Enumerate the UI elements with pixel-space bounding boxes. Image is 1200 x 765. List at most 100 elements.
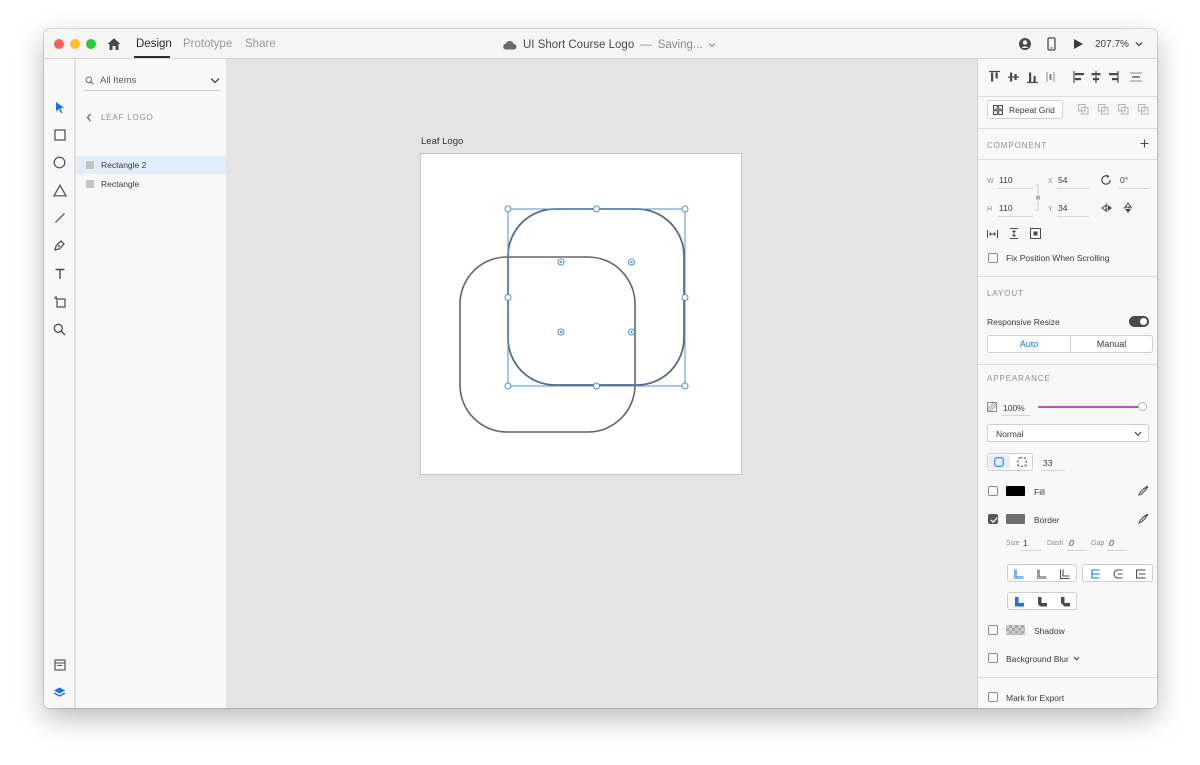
align-bottom-icon[interactable] xyxy=(1027,72,1038,84)
corner-radius-field[interactable]: 33 xyxy=(1043,458,1052,468)
section-divider xyxy=(978,677,1157,678)
border-dash-key: Dash xyxy=(1047,540,1064,547)
line-tool-icon[interactable] xyxy=(52,210,67,225)
zoom-window-button[interactable] xyxy=(86,39,96,49)
distribute-vertical-icon[interactable] xyxy=(1046,72,1055,82)
select-arrow-icon[interactable] xyxy=(52,100,67,115)
rectangle-shape[interactable] xyxy=(459,256,636,433)
y-field[interactable]: 34 xyxy=(1058,203,1067,213)
stroke-inner-icon[interactable] xyxy=(1014,569,1024,579)
document-title[interactable]: UI Short Course Logo — Saving... xyxy=(502,37,716,53)
pin-edges-icon[interactable] xyxy=(1030,228,1041,239)
boolean-intersect-icon[interactable] xyxy=(1118,104,1129,115)
resize-handles[interactable] xyxy=(504,205,689,390)
auto-button[interactable]: Auto xyxy=(987,335,1070,353)
x-field[interactable]: 54 xyxy=(1058,175,1067,185)
rotate-icon xyxy=(1101,174,1111,185)
mark-for-export-checkbox[interactable] xyxy=(988,692,998,702)
align-right-icon[interactable] xyxy=(1109,71,1119,83)
fill-color-swatch[interactable] xyxy=(1006,486,1025,496)
text-tool-icon[interactable] xyxy=(52,266,67,281)
cap-square-icon[interactable] xyxy=(1136,569,1146,579)
chevron-down-icon[interactable] xyxy=(1073,656,1080,661)
align-middle-icon[interactable] xyxy=(1008,72,1019,82)
layer-item-rectangle[interactable]: Rectangle xyxy=(76,175,226,193)
cap-butt-icon[interactable] xyxy=(1090,569,1100,579)
rectangle-2-shape[interactable] xyxy=(507,208,685,386)
stroke-cap-group xyxy=(1082,564,1153,582)
layer-label: Rectangle xyxy=(101,179,140,189)
layer-item-rectangle-2[interactable]: Rectangle 2 xyxy=(76,156,226,174)
artboard-title[interactable]: Leaf Logo xyxy=(421,136,463,147)
join-miter-icon[interactable] xyxy=(1014,597,1024,607)
fix-position-checkbox[interactable] xyxy=(988,253,998,263)
layers-icon[interactable] xyxy=(52,685,67,700)
stroke-center-icon[interactable] xyxy=(1037,569,1047,579)
account-icon[interactable] xyxy=(1018,36,1032,52)
flip-horizontal-icon[interactable] xyxy=(1101,203,1113,213)
artboard-tool-icon[interactable] xyxy=(52,294,67,309)
join-round-icon[interactable] xyxy=(1037,597,1047,607)
zoom-dropdown[interactable]: 207.7% xyxy=(1095,36,1143,52)
add-component-icon[interactable] xyxy=(1140,139,1149,148)
shadow-swatch[interactable] xyxy=(1006,625,1025,635)
lock-aspect-icon[interactable] xyxy=(1035,184,1041,211)
height-field[interactable]: 110 xyxy=(999,203,1013,213)
opacity-field[interactable]: 100% xyxy=(1003,403,1025,413)
eyedropper-icon[interactable] xyxy=(1138,485,1149,496)
stroke-join-group xyxy=(1007,592,1077,610)
breadcrumb-label: LEAF LOGO xyxy=(101,112,154,122)
align-top-icon[interactable] xyxy=(989,70,1000,82)
stroke-outer-icon[interactable] xyxy=(1060,569,1070,579)
shadow-checkbox[interactable] xyxy=(988,625,998,635)
tab-design[interactable]: Design xyxy=(136,38,172,50)
boolean-subtract-icon[interactable] xyxy=(1098,104,1109,115)
border-color-swatch[interactable] xyxy=(1006,514,1025,524)
align-left-icon[interactable] xyxy=(1073,71,1084,83)
layers-filter[interactable]: All Items xyxy=(84,71,220,91)
individual-corners-button[interactable] xyxy=(1012,455,1032,469)
width-field[interactable]: 110 xyxy=(999,175,1013,185)
border-gap-field[interactable]: 0 xyxy=(1109,538,1114,548)
align-center-icon[interactable] xyxy=(1091,71,1101,83)
assets-icon[interactable] xyxy=(52,657,67,672)
responsive-resize-toggle[interactable] xyxy=(1129,316,1149,327)
cap-round-icon[interactable] xyxy=(1113,569,1123,579)
boolean-exclude-icon[interactable] xyxy=(1138,104,1149,115)
tab-prototype[interactable]: Prototype xyxy=(183,38,232,50)
border-checkbox[interactable] xyxy=(988,514,998,524)
close-window-button[interactable] xyxy=(54,39,64,49)
zoom-tool-icon[interactable] xyxy=(52,322,67,337)
join-bevel-icon[interactable] xyxy=(1060,597,1070,607)
blend-mode-select[interactable]: Normal xyxy=(987,424,1149,442)
minimize-window-button[interactable] xyxy=(70,39,80,49)
artboard[interactable] xyxy=(420,153,742,475)
home-icon[interactable] xyxy=(106,36,122,52)
repeat-grid-button[interactable]: Repeat Grid xyxy=(987,100,1063,119)
border-dash-field[interactable]: 0 xyxy=(1069,538,1074,548)
fill-checkbox[interactable] xyxy=(988,486,998,496)
tab-share[interactable]: Share xyxy=(245,38,276,50)
artboard-breadcrumb[interactable]: LEAF LOGO xyxy=(86,111,154,123)
background-blur-checkbox[interactable] xyxy=(988,653,998,663)
border-size-field[interactable]: 1 xyxy=(1023,538,1028,548)
flip-vertical-icon[interactable] xyxy=(1123,202,1133,214)
distribute-horizontal-icon[interactable] xyxy=(1130,72,1142,82)
boolean-add-icon[interactable] xyxy=(1078,104,1089,115)
rotation-field[interactable]: 0° xyxy=(1120,175,1128,185)
fixed-height-icon[interactable] xyxy=(1009,228,1019,239)
fixed-width-icon[interactable] xyxy=(987,229,998,239)
opacity-slider-track[interactable] xyxy=(1038,406,1144,408)
ellipse-tool-icon[interactable] xyxy=(52,155,67,170)
manual-button[interactable]: Manual xyxy=(1070,335,1153,353)
polygon-tool-icon[interactable] xyxy=(52,183,67,198)
rectangle-tool-icon[interactable] xyxy=(52,127,67,142)
play-icon[interactable] xyxy=(1073,36,1084,52)
device-preview-icon[interactable] xyxy=(1047,36,1056,52)
opacity-slider-thumb[interactable] xyxy=(1138,402,1147,411)
design-canvas[interactable]: Leaf Logo xyxy=(226,59,977,708)
eyedropper-icon[interactable] xyxy=(1138,513,1149,524)
uniform-corners-button[interactable] xyxy=(989,455,1010,469)
corner-radius-handles[interactable] xyxy=(557,258,635,336)
pen-tool-icon[interactable] xyxy=(52,238,67,253)
